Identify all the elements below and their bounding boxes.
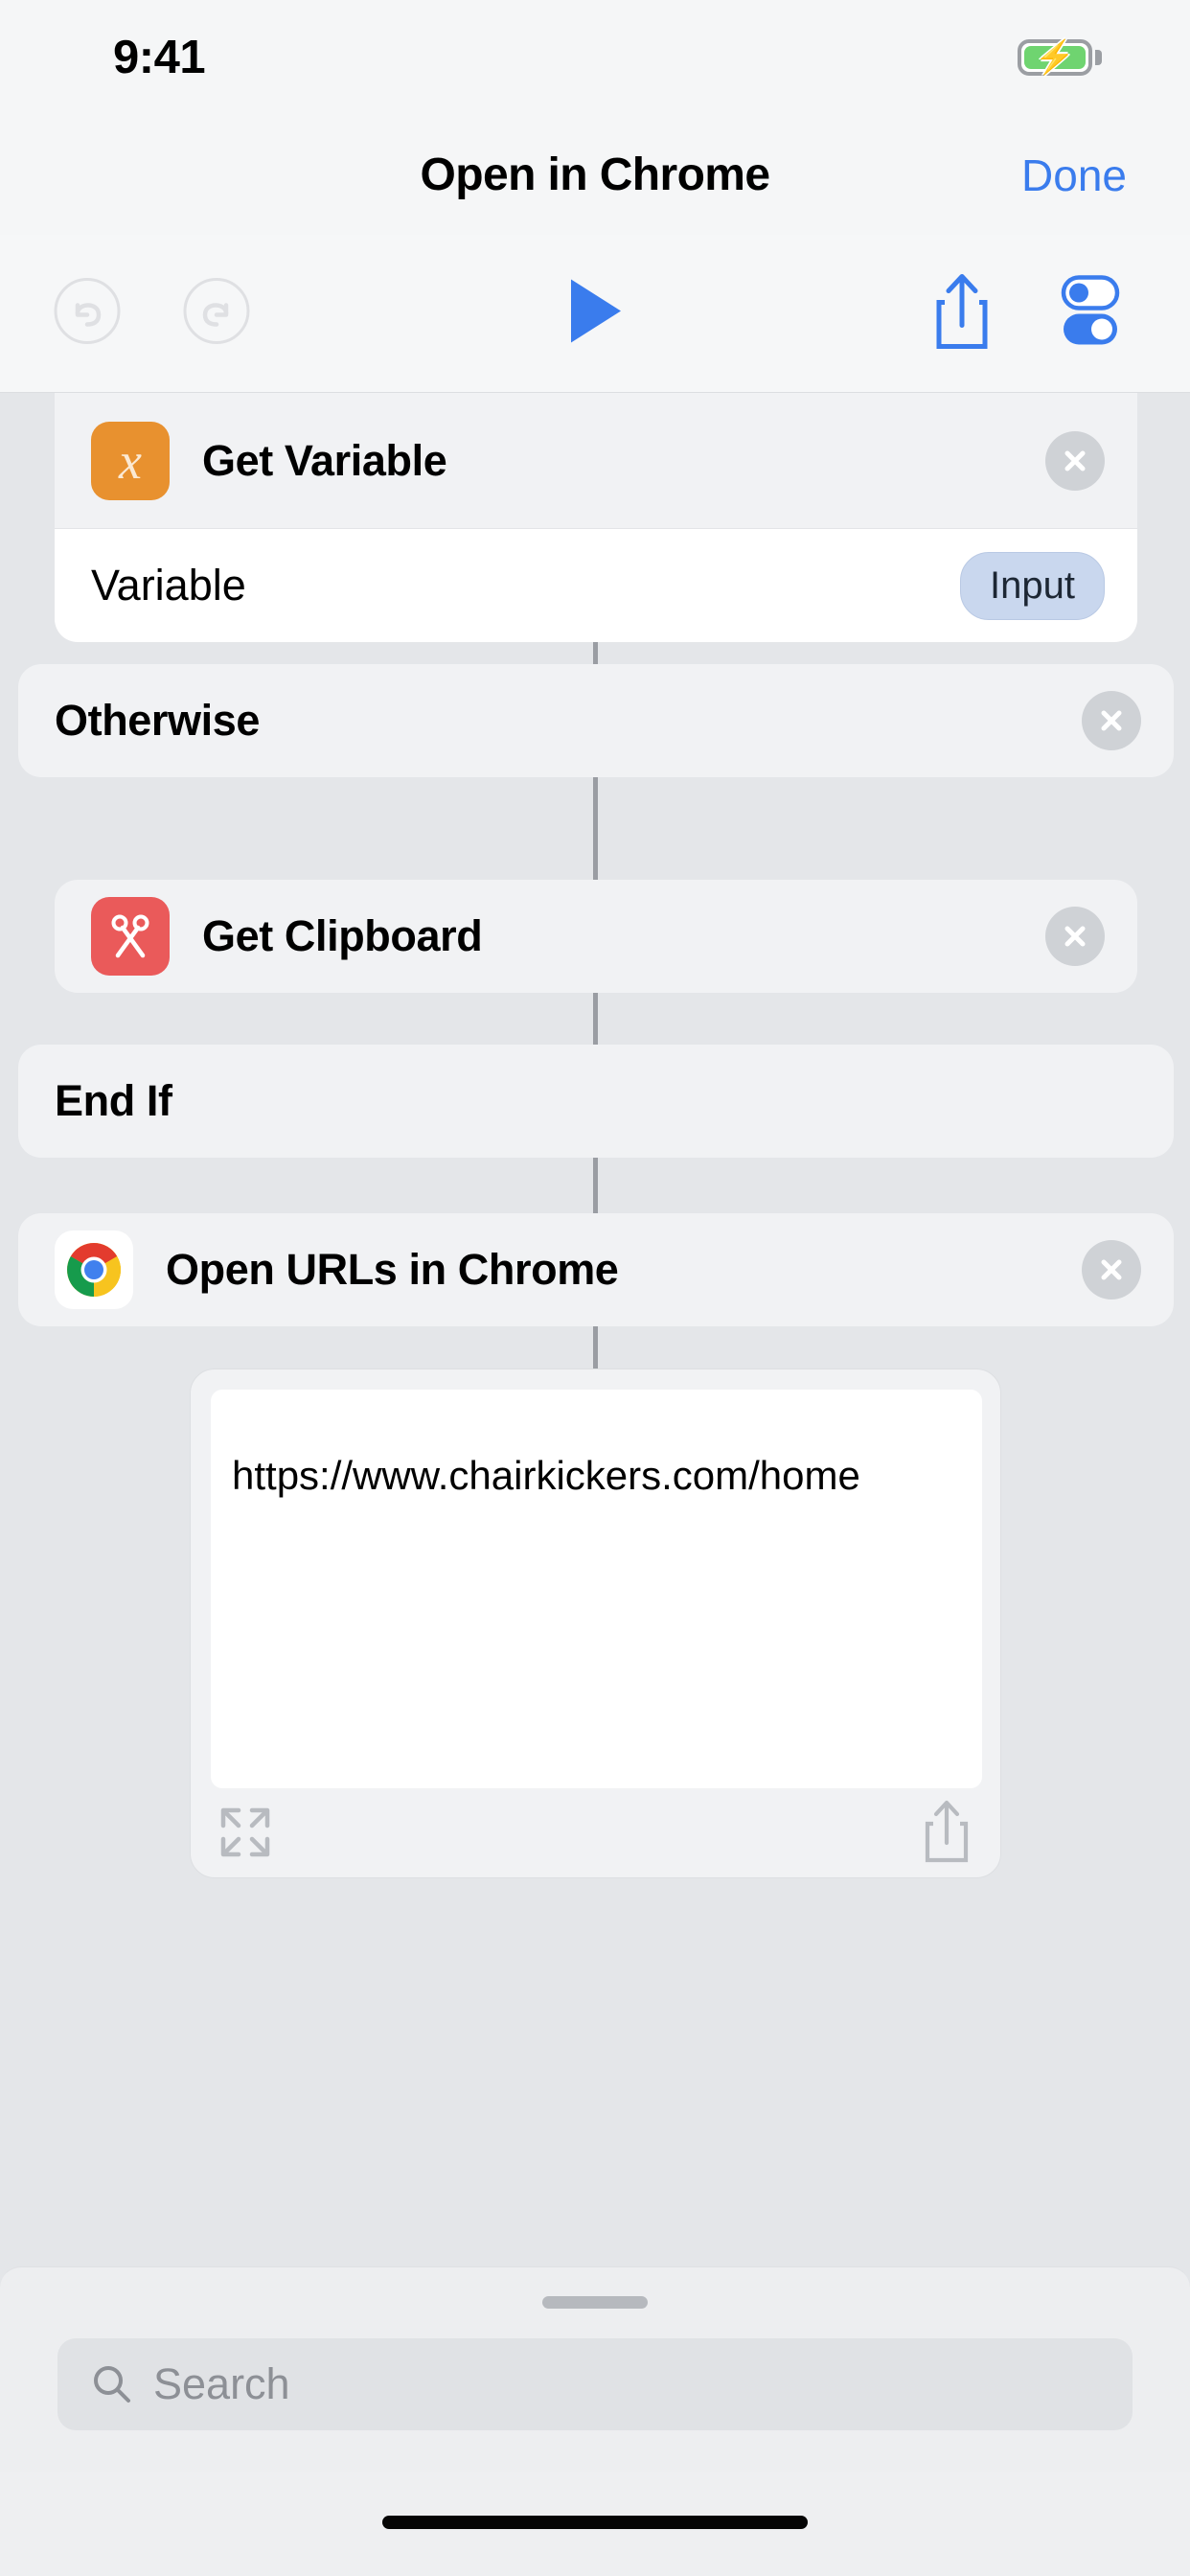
- close-circle-icon[interactable]: [1045, 431, 1105, 491]
- close-circle-icon[interactable]: [1082, 691, 1141, 750]
- action-title: End If: [55, 1076, 172, 1125]
- drag-handle[interactable]: [542, 2296, 648, 2309]
- chrome-logo-icon: [55, 1230, 133, 1309]
- battery-charging-icon: ⚡: [1018, 39, 1102, 76]
- connector-line: [593, 1158, 598, 1215]
- action-parameter-row-variable[interactable]: Variable Input: [55, 529, 1137, 642]
- undo-icon[interactable]: [53, 277, 122, 351]
- parameter-label: Variable: [91, 561, 246, 610]
- action-card-get-variable[interactable]: x Get Variable: [55, 393, 1137, 529]
- action-library-sheet[interactable]: Search: [0, 2266, 1190, 2472]
- action-card-open-urls-in-chrome[interactable]: Open URLs in Chrome: [18, 1213, 1174, 1326]
- done-button[interactable]: Done: [1021, 150, 1127, 201]
- status-bar-clock: 9:41: [113, 32, 206, 83]
- expand-arrows-icon[interactable]: [216, 1803, 275, 1867]
- action-card-end-if[interactable]: End If: [18, 1045, 1174, 1158]
- status-bar: 9:41 ⚡: [0, 0, 1190, 115]
- action-card-otherwise[interactable]: Otherwise: [18, 664, 1174, 777]
- toggles-icon[interactable]: [1054, 272, 1127, 356]
- search-input[interactable]: Search: [57, 2338, 1133, 2430]
- action-card-get-clipboard[interactable]: Get Clipboard: [55, 880, 1137, 993]
- search-icon: [94, 2366, 130, 2403]
- preview-content: https://www.chairkickers.com/home: [211, 1390, 982, 1788]
- play-icon[interactable]: [563, 276, 629, 352]
- preview-url-text: https://www.chairkickers.com/home: [232, 1453, 860, 1498]
- home-indicator-area: [0, 2472, 1190, 2576]
- variable-chip-input[interactable]: Input: [960, 551, 1105, 620]
- share-icon[interactable]: [929, 270, 995, 357]
- home-indicator[interactable]: [382, 2516, 808, 2529]
- action-title: Get Clipboard: [202, 911, 483, 960]
- connector-line: [593, 1326, 598, 1372]
- action-title: Get Variable: [202, 436, 447, 485]
- editor-toolbar: [0, 235, 1190, 393]
- connector-line: [593, 993, 598, 1046]
- variable-x-glyph: x: [119, 432, 142, 490]
- shortcuts-editor-screen: 9:41 ⚡ Open in Chrome Done x Get Variabl…: [0, 0, 1190, 2576]
- share-icon[interactable]: [920, 1797, 973, 1871]
- close-circle-icon[interactable]: [1082, 1240, 1141, 1300]
- search-placeholder: Search: [153, 2359, 290, 2408]
- scissors-icon: [91, 897, 170, 976]
- action-title: Open URLs in Chrome: [166, 1245, 619, 1294]
- close-circle-icon[interactable]: [1045, 907, 1105, 966]
- variable-x-icon: x: [91, 422, 170, 500]
- result-preview-card[interactable]: https://www.chairkickers.com/home: [190, 1368, 1001, 1878]
- page-title: Open in Chrome: [420, 150, 771, 200]
- navigation-bar: Open in Chrome Done: [0, 115, 1190, 235]
- action-list[interactable]: x Get Variable Variable Input Otherwise: [0, 393, 1190, 2266]
- redo-icon[interactable]: [182, 277, 251, 351]
- connector-line: [593, 777, 598, 881]
- action-title: Otherwise: [55, 696, 260, 745]
